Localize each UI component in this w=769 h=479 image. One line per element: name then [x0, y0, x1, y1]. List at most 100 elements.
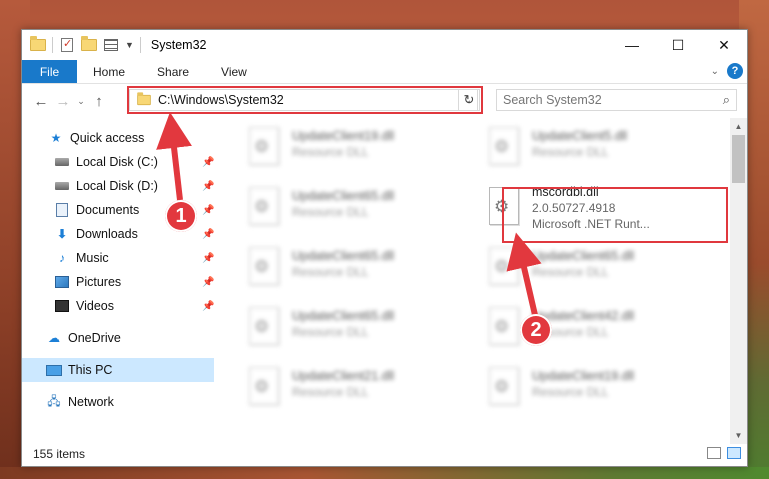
sidebar-item-quick-access[interactable]: ★ Quick access	[22, 126, 214, 150]
file-item[interactable]: UpdateClient5.dll Resource DLL	[482, 124, 712, 174]
tab-home[interactable]: Home	[77, 60, 141, 83]
sidebar-item-label: Network	[68, 395, 114, 409]
toolbar-divider	[52, 37, 53, 53]
file-item[interactable]: UpdateClient65.dll Resource DLL	[242, 244, 472, 294]
callout-badge-1: 1	[165, 200, 197, 232]
search-box[interactable]: ⌕	[496, 89, 737, 111]
view-details-icon[interactable]	[103, 37, 119, 53]
address-highlight-box	[127, 86, 483, 114]
sidebar-item-pictures[interactable]: Pictures 📌	[22, 270, 214, 294]
navigation-pane: ★ Quick access Local Disk (C:) 📌 Local D…	[22, 118, 214, 444]
file-item[interactable]: UpdateClient65.dll Resource DLL	[482, 244, 712, 294]
tab-share[interactable]: Share	[141, 60, 205, 83]
file-name: UpdateClient5.dll	[532, 129, 628, 143]
folder-icon	[30, 36, 46, 53]
dll-file-icon	[482, 244, 526, 288]
file-item[interactable]: UpdateClient19.dll Resource DLL	[242, 124, 472, 174]
sidebar-item-local-disk-c[interactable]: Local Disk (C:) 📌	[22, 150, 214, 174]
file-description: Resource DLL	[532, 265, 609, 279]
file-item[interactable]: UpdateClient65.dll Resource DLL	[242, 304, 472, 354]
sidebar-item-videos[interactable]: Videos 📌	[22, 294, 214, 318]
sidebar-item-local-disk-d[interactable]: Local Disk (D:) 📌	[22, 174, 214, 198]
recent-locations-dropdown-icon[interactable]: ⌄	[74, 96, 88, 107]
window-title: System32	[150, 38, 207, 52]
pin-icon[interactable]: 📌	[202, 157, 214, 168]
dll-file-icon	[242, 304, 286, 348]
downloads-icon: ⬇	[56, 227, 68, 241]
help-icon[interactable]: ?	[727, 63, 743, 79]
onedrive-icon: ☁	[48, 331, 60, 345]
file-description: Resource DLL	[292, 325, 369, 339]
search-input[interactable]	[503, 93, 723, 107]
sidebar-item-label: OneDrive	[68, 331, 121, 345]
dll-file-icon	[242, 124, 286, 168]
quick-access-toolbar: ▼	[22, 36, 141, 53]
sidebar-item-music[interactable]: ♪ Music 📌	[22, 246, 214, 270]
sidebar-item-label: Pictures	[76, 275, 122, 289]
file-explorer-window: ▼ System32 — ☐ ✕ File Home Share View ⌄ …	[21, 29, 748, 467]
file-item[interactable]: UpdateClient65.dll Resource DLL	[242, 184, 472, 234]
minimize-button[interactable]: —	[609, 30, 655, 60]
file-item[interactable]: UpdateClient21.dll Resource DLL	[242, 364, 472, 414]
sidebar-item-label: Quick access	[70, 131, 145, 145]
file-name: UpdateClient65.dll	[292, 189, 395, 203]
file-description: Resource DLL	[532, 385, 609, 399]
main-content: ★ Quick access Local Disk (C:) 📌 Local D…	[22, 118, 747, 444]
sidebar-item-label: Downloads	[76, 227, 138, 241]
vertical-scrollbar[interactable]: ▲ ▼	[730, 118, 747, 444]
network-icon: 🖧	[47, 393, 61, 408]
properties-icon[interactable]	[59, 37, 75, 53]
file-name: UpdateClient21.dll	[292, 369, 395, 383]
dll-file-icon	[482, 124, 526, 168]
pin-icon[interactable]: 📌	[202, 277, 214, 288]
scroll-up-icon[interactable]: ▲	[730, 118, 747, 135]
sidebar-item-label: Videos	[76, 299, 114, 313]
large-icons-view-icon[interactable]	[727, 447, 741, 459]
maximize-button[interactable]: ☐	[655, 30, 701, 60]
close-button[interactable]: ✕	[701, 30, 747, 60]
navigation-bar: ← → ⌄ ↑ C:\Windows\System32 ⌄ ↻ ⌕	[22, 84, 747, 118]
pin-icon[interactable]: 📌	[202, 253, 214, 264]
sidebar-item-this-pc[interactable]: This PC	[22, 358, 214, 382]
up-arrow-icon[interactable]: ↑	[88, 93, 110, 110]
file-name: UpdateClient65.dll	[292, 309, 395, 323]
file-name: UpdateClient19.dll	[292, 129, 395, 143]
back-arrow-icon[interactable]: ←	[30, 93, 52, 110]
dll-file-icon	[242, 364, 286, 408]
scrollbar-thumb[interactable]	[732, 135, 745, 183]
callout-badge-2: 2	[520, 314, 552, 346]
sidebar-item-onedrive[interactable]: ☁ OneDrive	[22, 326, 214, 350]
file-name: UpdateClient65.dll	[532, 249, 635, 263]
sidebar-item-label: This PC	[68, 363, 113, 377]
sidebar-item-label: Music	[76, 251, 109, 265]
new-folder-icon[interactable]	[81, 36, 97, 53]
file-name: UpdateClient65.dll	[292, 249, 395, 263]
sidebar-item-network[interactable]: 🖧 Network	[22, 390, 214, 414]
view-mode-buttons	[707, 447, 741, 459]
pin-icon[interactable]: 📌	[202, 205, 214, 216]
videos-icon	[54, 299, 70, 313]
forward-arrow-icon[interactable]: →	[52, 93, 74, 110]
pin-icon[interactable]: 📌	[202, 301, 214, 312]
file-item[interactable]: UpdateClient42.dllResource DLL	[482, 304, 712, 354]
item-count: 155 items	[33, 447, 86, 461]
star-icon: ★	[50, 131, 62, 145]
ribbon-right-controls: ⌄ ?	[711, 63, 743, 79]
dll-file-icon	[482, 364, 526, 408]
search-icon[interactable]: ⌕	[723, 92, 730, 108]
ribbon-tabs: File Home Share View ⌄ ?	[22, 60, 747, 84]
pin-icon[interactable]: 📌	[202, 181, 214, 192]
customize-toolbar-dropdown-icon[interactable]: ▼	[125, 40, 134, 50]
expand-ribbon-icon[interactable]: ⌄	[711, 66, 719, 77]
pictures-icon	[54, 275, 70, 289]
sidebar-item-label: Local Disk (D:)	[76, 179, 158, 193]
file-item[interactable]: UpdateClient19.dll Resource DLL	[482, 364, 712, 414]
tab-file[interactable]: File	[22, 60, 77, 83]
pin-icon[interactable]: 📌	[202, 229, 214, 240]
disk-icon	[54, 179, 70, 193]
sidebar-item-label: Documents	[76, 203, 140, 217]
tab-view[interactable]: View	[205, 60, 263, 83]
title-bar: ▼ System32 — ☐ ✕	[22, 30, 747, 60]
details-view-icon[interactable]	[707, 447, 721, 459]
status-bar: 155 items	[22, 442, 747, 466]
